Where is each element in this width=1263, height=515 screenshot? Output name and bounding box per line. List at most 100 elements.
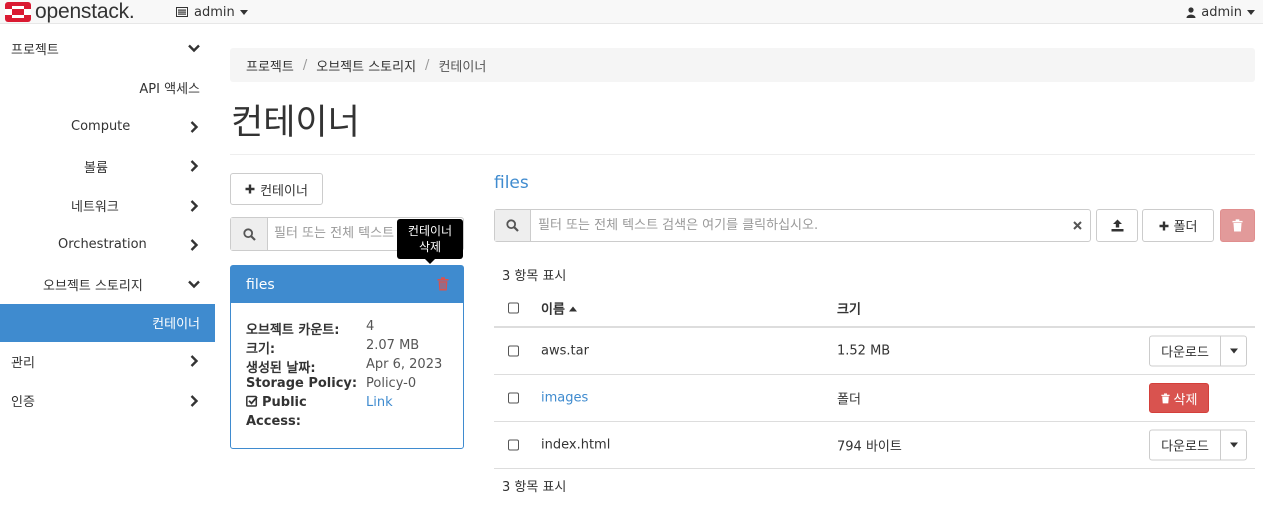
chevron-right-icon: [190, 238, 199, 251]
detail-value: 4: [366, 319, 375, 334]
object-filter-placeholder: 필터 또는 전체 텍스트 검색은 여기를 클릭하십시오.: [538, 218, 819, 233]
detail-value: Policy-0: [366, 376, 417, 391]
chevron-down-icon: [1229, 442, 1238, 448]
delete-folder-button[interactable]: 삭제: [1149, 383, 1209, 413]
chevron-down-icon: [188, 280, 200, 289]
sidebar-item-label: 관리: [11, 355, 35, 371]
user-icon: [1186, 6, 1196, 18]
detail-key: 생성된 날짜:: [246, 361, 316, 376]
chevron-down-icon: [239, 9, 248, 15]
add-container-label: 컨테이너: [260, 183, 308, 199]
title-divider: [230, 154, 1255, 155]
download-button[interactable]: 다운로드: [1149, 335, 1221, 367]
public-access-key[interactable]: Public: [246, 395, 307, 410]
sort-asc-icon: [568, 306, 577, 312]
search-addon: [231, 218, 268, 250]
object-size: 794 바이트: [837, 439, 902, 455]
project-icon: [176, 7, 188, 17]
public-access-row-cont: Access:: [246, 414, 463, 433]
sidebar-item-label: 컨테이너: [152, 317, 200, 333]
upload-button[interactable]: [1096, 209, 1138, 242]
trash-icon[interactable]: [437, 277, 449, 291]
chevron-right-icon: [190, 199, 199, 212]
object-size: 1.52 MB: [837, 343, 891, 359]
row-checkbox[interactable]: [508, 439, 519, 451]
object-name: index.html: [541, 437, 611, 453]
chevron-right-icon: [190, 121, 199, 133]
sidebar-item-admin[interactable]: 관리: [0, 342, 215, 381]
object-filter-input[interactable]: 필터 또는 전체 텍스트 검색은 여기를 클릭하십시오.: [494, 209, 1091, 242]
sidebar-item-containers[interactable]: 컨테이너: [0, 303, 215, 342]
sidebar-item-object-storage[interactable]: 오브젝트 스토리지: [0, 264, 215, 303]
container-filter-placeholder: 필터 또는 전체 텍스트: [274, 226, 395, 241]
sidebar-item-project[interactable]: 프로젝트: [0, 28, 215, 68]
clear-filter-icon[interactable]: [1064, 210, 1090, 241]
container-card-body: 오브젝트 카운트: 4 크기: 2.07 MB 생성된 날짜: Apr 6, 2…: [231, 303, 463, 433]
row-checkbox[interactable]: [508, 345, 519, 357]
sidebar-item-label: 네트워크: [71, 200, 119, 216]
container-card-header[interactable]: files: [231, 266, 463, 303]
trash-icon: [1160, 392, 1170, 403]
add-folder-label: 폴더: [1173, 220, 1198, 235]
plus-icon: [1159, 221, 1169, 230]
sidebar-item-orchestration[interactable]: Orchestration: [0, 225, 215, 264]
table-row: images 폴더 삭제: [494, 375, 1255, 422]
sidebar-item-network[interactable]: 네트워크: [0, 186, 215, 225]
delete-selected-button[interactable]: [1220, 209, 1255, 242]
row-actions-dropdown[interactable]: [1221, 429, 1247, 461]
openstack-logo-icon: [5, 2, 31, 22]
item-count-bottom: 3 항목 표시: [502, 480, 567, 495]
add-container-button[interactable]: 컨테이너: [230, 173, 323, 205]
user-dropdown-label: admin: [1201, 4, 1242, 20]
column-name-label: 이름: [541, 302, 565, 318]
container-card-name: files: [246, 276, 275, 293]
container-card[interactable]: files 오브젝트 카운트: 4 크기: 2.07 MB 생성된 날짜: Ap…: [230, 265, 464, 449]
detail-value: Apr 6, 2023: [366, 357, 443, 372]
table-row: aws.tar 1.52 MB 다운로드: [494, 328, 1255, 375]
sidebar-item-api-access[interactable]: API 액세스: [0, 68, 215, 107]
project-dropdown-label: admin: [194, 4, 235, 20]
breadcrumb-item-project[interactable]: 프로젝트: [246, 56, 294, 75]
breadcrumb-item-object-storage[interactable]: 오브젝트 스토리지: [316, 56, 416, 75]
download-button-group: 다운로드: [1149, 335, 1247, 367]
detail-key: Storage Policy:: [246, 376, 358, 391]
sidebar-item-label: Compute: [71, 119, 131, 135]
project-dropdown[interactable]: admin: [176, 0, 248, 24]
column-header-size: 크기: [837, 302, 861, 318]
add-folder-button[interactable]: 폴더: [1142, 209, 1214, 242]
sidebar-item-volumes[interactable]: 볼륨: [0, 147, 215, 186]
openstack-logo[interactable]: openstack.: [4, 0, 135, 24]
page-title: 컨테이너: [231, 103, 360, 143]
chevron-right-icon: [190, 160, 199, 173]
download-button[interactable]: 다운로드: [1149, 429, 1221, 461]
select-all-checkbox[interactable]: [508, 302, 519, 314]
sidebar-item-compute[interactable]: Compute: [0, 107, 215, 146]
row-checkbox[interactable]: [508, 392, 519, 404]
sidebar-item-identity[interactable]: 인증: [0, 381, 215, 420]
folder-link[interactable]: images: [541, 391, 588, 406]
download-button-group: 다운로드: [1149, 429, 1247, 461]
container-detail-row: 생성된 날짜: Apr 6, 2023: [246, 357, 463, 376]
object-name: aws.tar: [541, 343, 589, 359]
detail-key: 크기:: [246, 342, 276, 357]
public-access-label: Public: [262, 395, 307, 410]
table-header: 이름 크기: [494, 290, 1255, 328]
container-detail-row: 오브젝트 카운트: 4: [246, 319, 463, 338]
tooltip-line-2: 삭제: [418, 240, 442, 254]
container-detail-row: 크기: 2.07 MB: [246, 338, 463, 357]
breadcrumb-separator: /: [302, 57, 308, 73]
user-dropdown[interactable]: admin: [1186, 0, 1255, 24]
checkbox-checked-icon[interactable]: [246, 395, 258, 407]
detail-key: 오브젝트 카운트:: [246, 323, 340, 338]
row-actions-dropdown[interactable]: [1221, 335, 1247, 367]
top-navbar: openstack. admin admin: [0, 0, 1263, 24]
breadcrumb-item-containers: 컨테이너: [438, 59, 487, 75]
column-header-name[interactable]: 이름: [541, 299, 577, 318]
objects-table: 이름 크기 aws.tar 1.52 MB 다운로드 images 폴더 삭제 …: [494, 290, 1255, 469]
trash-icon: [1232, 219, 1243, 232]
container-detail-row: Storage Policy: Policy-0: [246, 376, 463, 395]
tooltip-line-1: 컨테이너: [407, 224, 453, 238]
public-access-link[interactable]: Link: [366, 395, 393, 410]
sidebar-item-label: 오브젝트 스토리지: [43, 278, 143, 294]
chevron-down-icon: [1229, 348, 1238, 354]
